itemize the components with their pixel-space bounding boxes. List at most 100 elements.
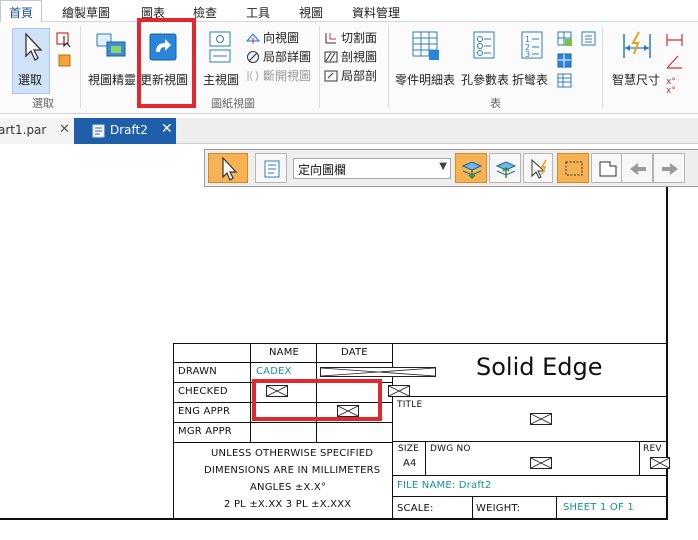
arrow-left-icon	[630, 163, 646, 175]
table-list-icon[interactable]	[580, 30, 598, 48]
tab-tools[interactable]: 工具	[246, 4, 270, 21]
close-icon[interactable]: ✕	[59, 122, 70, 137]
tab-view[interactable]: 視圖	[299, 4, 323, 21]
file-name-value: FILE NAME: Draft2	[397, 480, 492, 491]
select-group-label: 選取	[32, 97, 54, 110]
properties-icon	[264, 160, 280, 178]
arrow-right-icon	[662, 163, 678, 175]
tab-home[interactable]: 首頁	[0, 0, 43, 23]
dwg-no-field	[530, 457, 552, 469]
tables-group-label: 表	[490, 97, 501, 110]
select-option-icon[interactable]	[56, 30, 74, 48]
broken-out-icon	[324, 70, 338, 81]
note-unless-specified: UNLESS OTHERWISE SPECIFIED	[211, 448, 374, 459]
broken-out-label: 局部剖	[341, 69, 378, 83]
tab-inspect[interactable]: 檢查	[193, 4, 217, 21]
mgr-appr-label: MGR APPR	[178, 426, 232, 437]
note-linear-tolerance: 2 PL ±X.XX 3 PL ±X.XXX	[224, 499, 352, 510]
cutting-plane-icon	[325, 32, 336, 43]
section-view-button[interactable]: 剖視圖	[323, 48, 377, 65]
layers-up-icon	[495, 161, 517, 178]
parts-list-label[interactable]: 零件明細表	[395, 71, 455, 88]
pointer-icon	[25, 32, 43, 61]
cutting-plane-label: 切割面	[341, 31, 378, 45]
sheet-border-bottom	[0, 518, 668, 520]
section-view-label: 剖視圖	[341, 50, 378, 64]
view-wizard-label[interactable]: 視圖精靈	[88, 71, 136, 88]
rev-field	[650, 457, 670, 469]
chevron-down-icon: ▼	[439, 161, 447, 172]
group-separator	[602, 26, 603, 108]
document-tab-bar: art1.par ✕ Draft2 ✕	[0, 118, 698, 144]
layers-down-button[interactable]	[455, 153, 487, 183]
section-view-icon	[324, 51, 338, 62]
frame-icon	[599, 161, 617, 177]
document-tab-draft-label: Draft2	[110, 123, 148, 137]
bend-table-label[interactable]: 折彎表	[512, 71, 548, 88]
title-label: TITLE	[397, 400, 423, 410]
view-border-button[interactable]	[557, 153, 589, 183]
view-command-bar: 定向圖欄 ▼	[204, 149, 698, 187]
size-label: SIZE	[398, 444, 420, 454]
distance-dimension-icon[interactable]	[664, 30, 686, 50]
pointer-icon	[222, 156, 238, 181]
pointer-lightning-icon	[531, 158, 547, 179]
broken-view-label: 斷開視圖	[263, 69, 312, 83]
parts-list-icon[interactable]	[411, 30, 441, 62]
angle-dimension-icon[interactable]	[664, 52, 686, 72]
table-grid-icon[interactable]	[556, 52, 574, 70]
coordinate-dimension-icon[interactable]: x° x°	[664, 74, 686, 94]
view-frame-button[interactable]	[591, 153, 623, 183]
ribbon-panel: 選取 選取 視圖精靈 更新視圖 主視圖 向視圖 局部詳圖 斷開視圖 圖紙視圖 切…	[0, 18, 698, 114]
broken-view-icon	[247, 70, 259, 81]
command-select-button[interactable]	[208, 153, 248, 183]
table-sheet-icon[interactable]	[556, 72, 574, 90]
aux-view-button[interactable]: 向視圖	[245, 29, 299, 46]
cutting-plane-button[interactable]: 切割面	[323, 29, 377, 46]
drawn-by-value: CADEX	[256, 366, 292, 377]
properties-button[interactable]	[255, 153, 287, 183]
next-button[interactable]	[653, 153, 685, 183]
detail-view-button[interactable]: 局部詳圖	[245, 48, 311, 65]
view-orientation-select[interactable]: 定向圖欄 ▼	[293, 158, 451, 179]
broken-out-button[interactable]: 局部剖	[323, 67, 377, 84]
hole-table-label[interactable]: 孔參數表	[461, 71, 509, 88]
tab-sketch[interactable]: 繪製草圖	[62, 4, 110, 21]
bend-table-icon[interactable]: 1 2 3	[520, 30, 546, 62]
aux-view-label: 向視圖	[263, 31, 300, 45]
note-dimensions-units: DIMENSIONS ARE IN MILLIMETERS	[204, 465, 381, 476]
view-wizard-icon[interactable]	[95, 30, 129, 60]
group-separator	[388, 26, 389, 108]
weight-label: WEIGHT:	[476, 503, 521, 514]
checked-label: CHECKED	[178, 386, 228, 397]
hole-table-icon[interactable]	[472, 30, 498, 62]
table-option-icon[interactable]	[556, 30, 574, 48]
size-value: A4	[403, 458, 417, 469]
note-angle-tolerance: ANGLES ±X.X°	[250, 482, 327, 493]
tab-data-management[interactable]: 資料管理	[352, 4, 400, 21]
group-separator	[80, 26, 81, 108]
close-icon[interactable]: ✕	[161, 121, 173, 137]
drawn-label: DRAWN	[178, 366, 217, 377]
update-pointer-button[interactable]	[523, 153, 553, 183]
document-tab-draft[interactable]: Draft2 ✕	[74, 118, 176, 144]
drawn-date-field	[320, 367, 436, 377]
date-column-header: DATE	[341, 347, 368, 358]
smart-dimension-icon[interactable]	[620, 30, 654, 62]
broken-view-button[interactable]: 斷開視圖	[245, 67, 311, 84]
select-label: 選取	[18, 73, 43, 87]
main-view-label[interactable]: 主視圖	[203, 71, 239, 88]
title-field	[530, 413, 552, 425]
drawing-views-group-label: 圖紙視圖	[211, 97, 255, 110]
layers-up-button[interactable]	[489, 153, 521, 183]
document-tab-part[interactable]: art1.par ✕	[0, 118, 74, 144]
select-filter-icon[interactable]	[56, 52, 74, 70]
scale-label: SCALE:	[397, 503, 434, 514]
group-separator	[319, 26, 320, 108]
dwg-no-label: DWG NO	[430, 444, 471, 454]
previous-button[interactable]	[621, 153, 653, 183]
detail-view-icon	[247, 50, 259, 63]
smart-dimension-label[interactable]: 智慧尺寸	[612, 71, 660, 88]
ribbon-tab-bar: 首頁 繪製草圖 圖表 檢查 工具 視圖 資料管理	[0, 0, 698, 23]
main-view-icon[interactable]	[207, 30, 235, 66]
